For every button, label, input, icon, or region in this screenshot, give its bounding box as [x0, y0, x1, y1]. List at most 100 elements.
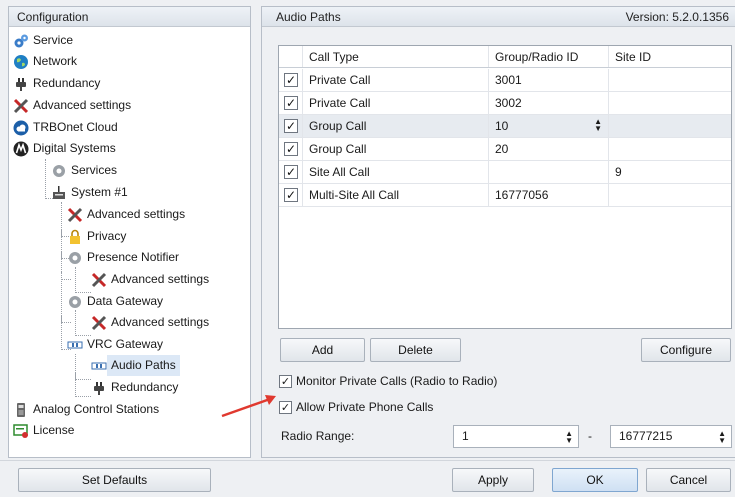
gear-icon: [67, 250, 83, 266]
spinner-arrows-icon[interactable]: ▲ ▼: [594, 118, 602, 133]
apply-button[interactable]: Apply: [452, 468, 534, 492]
tree-item-digital-systems[interactable]: Digital Systems: [13, 138, 116, 159]
radio-range-from-input[interactable]: 1 ▲ ▼: [453, 425, 579, 448]
table-row[interactable]: ✓ Group Call 20: [279, 138, 731, 161]
call-type-cell[interactable]: Private Call: [303, 69, 489, 91]
group-radio-id-value: 10: [495, 119, 509, 133]
spinner-arrows-icon[interactable]: ▲ ▼: [718, 430, 726, 445]
site-id-cell[interactable]: [609, 115, 731, 137]
call-type-cell[interactable]: Site All Call: [303, 161, 489, 183]
tree-item-data-gateway-advanced-settings[interactable]: Advanced settings: [91, 312, 209, 333]
tree-item-trbonet-cloud[interactable]: TRBOnet Cloud: [13, 117, 118, 138]
monitor-private-calls-label: Monitor Private Calls (Radio to Radio): [296, 374, 498, 388]
call-type-cell[interactable]: Private Call: [303, 92, 489, 114]
radio-range-label: Radio Range:: [281, 429, 355, 443]
row-checkbox[interactable]: ✓: [284, 96, 298, 110]
tree-item-redundancy[interactable]: Redundancy: [13, 73, 100, 94]
monitor-private-calls-checkbox[interactable]: ✓: [279, 374, 292, 388]
radio-range-to-value: 16777215: [619, 429, 673, 443]
cancel-button[interactable]: Cancel: [646, 468, 731, 492]
motorola-icon: [13, 141, 29, 157]
tree-item-analog-control-stations[interactable]: Analog Control Stations: [13, 399, 159, 420]
audio-paths-panel: Audio Paths Version: 5.2.0.1356 Call Typ…: [261, 6, 735, 458]
tree-connector: [75, 267, 91, 293]
tree-item-advanced-settings[interactable]: Advanced settings: [13, 95, 131, 116]
grid-header-check: [279, 46, 303, 67]
call-type-cell[interactable]: Group Call: [303, 115, 489, 137]
group-radio-id-cell[interactable]: 3001: [489, 69, 609, 91]
gateway-icon: [91, 358, 107, 374]
tree-item-data-gateway[interactable]: Data Gateway: [67, 291, 163, 312]
ok-button[interactable]: OK: [552, 468, 638, 492]
configuration-tree: Configuration Service Network Redundancy…: [8, 6, 251, 458]
grid-header-site-id[interactable]: Site ID: [609, 46, 731, 67]
panel-header: Audio Paths Version: 5.2.0.1356: [262, 7, 735, 27]
tree-item-system-1[interactable]: System #1: [51, 182, 128, 203]
group-radio-id-editor[interactable]: 10 ▲ ▼: [489, 115, 609, 137]
audio-paths-grid[interactable]: Call Type Group/Radio ID Site ID ✓ Priva…: [278, 45, 732, 329]
spinner-arrows-icon[interactable]: ▲ ▼: [565, 430, 573, 445]
table-row[interactable]: ✓ Multi-Site All Call 16777056: [279, 184, 731, 207]
table-row[interactable]: ✓ Private Call 3002: [279, 92, 731, 115]
allow-phone-calls-checkbox[interactable]: ✓: [279, 400, 292, 414]
tools-icon: [13, 98, 29, 114]
row-checkbox[interactable]: ✓: [284, 119, 298, 133]
radio-range-separator: -: [588, 429, 592, 443]
site-id-cell[interactable]: [609, 184, 731, 206]
license-icon: [13, 423, 29, 439]
table-row[interactable]: ✓ Private Call 3001: [279, 69, 731, 92]
footer-divider: [0, 460, 735, 461]
tree-connector: [61, 315, 71, 323]
set-defaults-button[interactable]: Set Defaults: [18, 468, 211, 492]
plug-icon: [13, 76, 29, 92]
add-button[interactable]: Add: [280, 338, 365, 362]
tree-item-services[interactable]: Services: [51, 160, 117, 181]
globe-icon: [13, 54, 29, 70]
tree-item-service[interactable]: Service: [13, 30, 73, 51]
configure-button[interactable]: Configure: [641, 338, 731, 362]
tree-item-system-advanced-settings[interactable]: Advanced settings: [67, 204, 185, 225]
tree-item-network[interactable]: Network: [13, 51, 77, 72]
tree-connector: [75, 310, 91, 336]
radio-range-to-input[interactable]: 16777215 ▲ ▼: [610, 425, 732, 448]
call-type-cell[interactable]: Group Call: [303, 138, 489, 160]
radio-range-from-value: 1: [462, 429, 469, 443]
tree-item-vrc-redundancy[interactable]: Redundancy: [91, 377, 178, 398]
group-radio-id-cell[interactable]: 20: [489, 138, 609, 160]
allow-phone-calls-option[interactable]: ✓ Allow Private Phone Calls: [279, 400, 433, 414]
gear-icon: [51, 163, 67, 179]
group-radio-id-cell[interactable]: 3002: [489, 92, 609, 114]
site-id-cell[interactable]: [609, 69, 731, 91]
table-row[interactable]: ✓ Site All Call 9: [279, 161, 731, 184]
tools-icon: [67, 207, 83, 223]
tree-connector: [75, 372, 91, 380]
grid-header-call-type[interactable]: Call Type: [303, 46, 489, 67]
row-checkbox[interactable]: ✓: [284, 165, 298, 179]
allow-phone-calls-label: Allow Private Phone Calls: [296, 400, 434, 414]
tree-item-presence-advanced-settings[interactable]: Advanced settings: [91, 269, 209, 290]
tree-item-privacy[interactable]: Privacy: [67, 226, 126, 247]
site-id-cell[interactable]: 9: [609, 161, 731, 183]
grid-header-row: Call Type Group/Radio ID Site ID: [279, 46, 731, 68]
delete-button[interactable]: Delete: [370, 338, 461, 362]
site-id-cell[interactable]: [609, 138, 731, 160]
call-type-cell[interactable]: Multi-Site All Call: [303, 184, 489, 206]
tree-item-license[interactable]: License: [13, 420, 74, 441]
tree-header: Configuration: [9, 7, 250, 27]
row-checkbox[interactable]: ✓: [284, 188, 298, 202]
gear-icon: [67, 294, 83, 310]
group-radio-id-cell[interactable]: [489, 161, 609, 183]
tree-item-presence-notifier[interactable]: Presence Notifier: [67, 247, 179, 268]
tree-item-vrc-gateway[interactable]: VRC Gateway: [67, 334, 163, 355]
grid-header-group-radio-id[interactable]: Group/Radio ID: [489, 46, 609, 67]
site-id-cell[interactable]: [609, 92, 731, 114]
row-checkbox[interactable]: ✓: [284, 142, 298, 156]
tree-item-audio-paths[interactable]: Audio Paths: [91, 355, 180, 376]
monitor-private-calls-option[interactable]: ✓ Monitor Private Calls (Radio to Radio): [279, 374, 497, 388]
version-label: Version: 5.2.0.1356: [625, 10, 729, 24]
tools-icon: [91, 315, 107, 331]
row-checkbox[interactable]: ✓: [284, 73, 298, 87]
table-row-selected[interactable]: ✓ Group Call 10 ▲ ▼: [279, 115, 731, 138]
group-radio-id-cell[interactable]: 16777056: [489, 184, 609, 206]
lock-icon: [67, 229, 83, 245]
